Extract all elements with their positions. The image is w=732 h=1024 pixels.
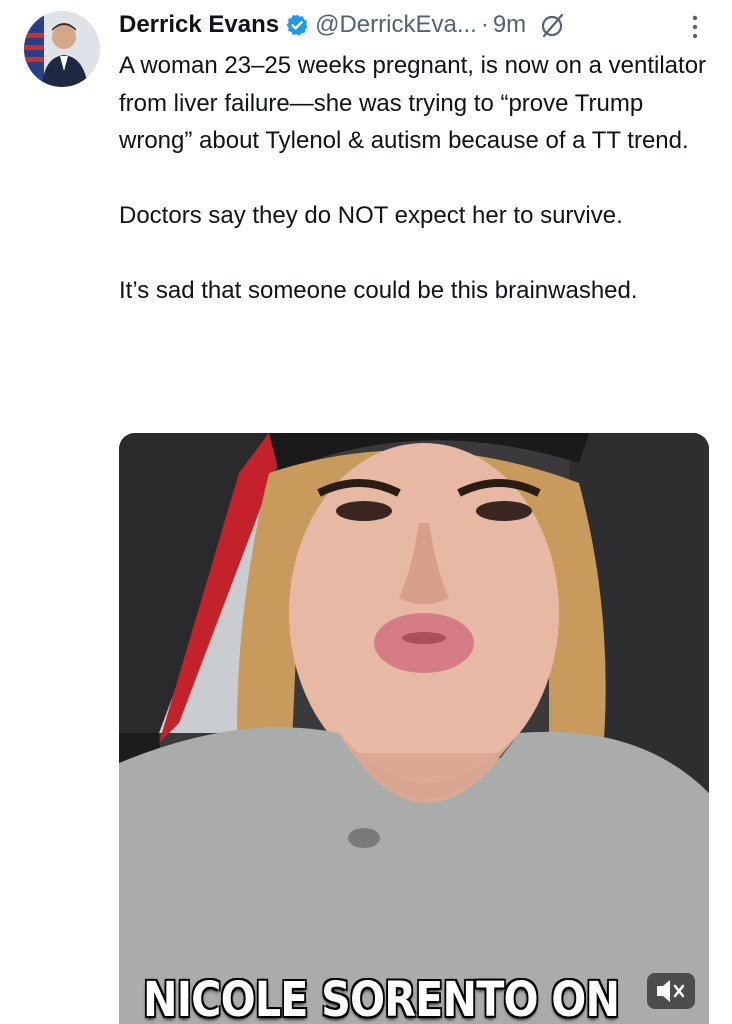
video-caption: NICOLE SORENTO ON — [143, 972, 620, 1024]
separator-dot: · — [480, 11, 489, 38]
tweet-header: Derrick Evans @DerrickEva... · 9m — [119, 8, 719, 42]
video-frame — [119, 433, 709, 1024]
tweet-paragraph: A woman 23–25 weeks pregnant, is now on … — [119, 52, 713, 154]
tweet-paragraph: Doctors say they do NOT expect her to su… — [119, 202, 623, 229]
avatar[interactable] — [24, 11, 100, 87]
video-player[interactable]: NICOLE SORENTO ON — [119, 433, 709, 1024]
grok-icon[interactable] — [540, 12, 566, 38]
tweet-text: A woman 23–25 weeks pregnant, is now on … — [119, 47, 717, 310]
more-vertical-icon[interactable] — [690, 14, 700, 40]
verified-badge-icon — [285, 13, 309, 37]
timestamp[interactable]: 9m — [493, 11, 526, 39]
tweet-paragraph: It’s sad that someone could be this brai… — [119, 277, 638, 304]
mute-button[interactable] — [647, 973, 695, 1009]
handle[interactable]: @DerrickEva... — [315, 11, 477, 39]
display-name[interactable]: Derrick Evans — [119, 11, 279, 39]
